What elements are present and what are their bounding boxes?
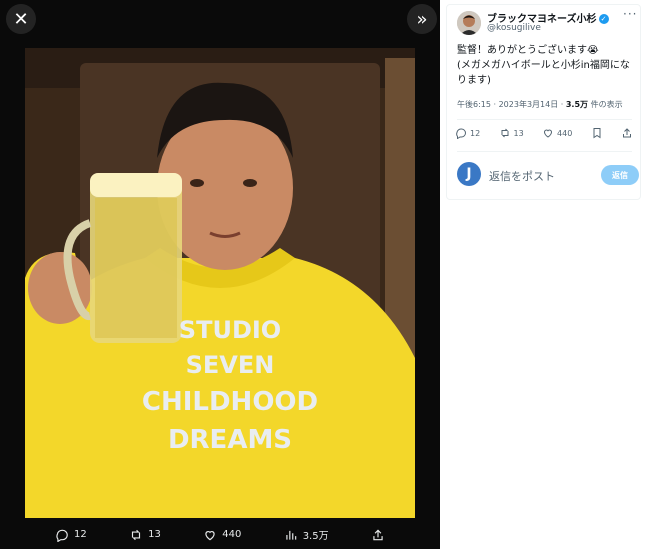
- post-text-line-2: (メガメガハイボールと小杉in福岡になります): [457, 60, 630, 86]
- retweet-icon: [132, 529, 141, 540]
- media-share-button[interactable]: [371, 528, 385, 542]
- reply-input[interactable]: 返信をポスト: [489, 168, 555, 184]
- post-action-bar: 12 13 440: [455, 127, 633, 139]
- photo-illustration: STUDIO SEVEN CHILDHOOD DREAMS: [25, 48, 415, 518]
- divider: [457, 119, 632, 120]
- retweet-count: 13: [513, 128, 524, 138]
- bookmark-button[interactable]: [591, 127, 603, 139]
- hoodie-text-3: CHILDHOOD: [142, 387, 318, 417]
- post-card: ブラックマヨネーズ小杉 ✓ @kosugilive ··· 監督！ありがとうござい…: [446, 4, 641, 200]
- more-options-icon[interactable]: ···: [623, 7, 637, 21]
- retweet-button[interactable]: 13: [499, 127, 524, 139]
- avatar-image: [457, 11, 481, 35]
- reply-count: 12: [470, 128, 481, 138]
- retweet-icon: [501, 128, 509, 138]
- post-text-line-1: 監督！ありがとうございます😭: [457, 45, 599, 56]
- author-avatar[interactable]: [457, 11, 481, 35]
- media-views-button[interactable]: 3.5万: [284, 527, 329, 542]
- post-meta: 午後6:15 · 2023年3月14日 · 3.5万 件の表示: [457, 99, 623, 110]
- reply-icon: [56, 529, 68, 542]
- media-action-bar: 12 13 440 3.5万: [0, 520, 440, 549]
- post-text: 監督！ありがとうございます😭 (メガメガハイボールと小杉in福岡になります): [457, 43, 637, 88]
- post-photo[interactable]: STUDIO SEVEN CHILDHOOD DREAMS: [25, 48, 415, 518]
- reply-button[interactable]: 12: [455, 127, 480, 139]
- like-count: 440: [557, 128, 573, 138]
- author-handle[interactable]: @kosugilive: [487, 23, 541, 33]
- heart-icon: [544, 129, 553, 138]
- divider: [457, 151, 632, 152]
- reply-submit-button[interactable]: 返信: [601, 165, 639, 185]
- share-button[interactable]: [621, 127, 633, 139]
- like-button[interactable]: 440: [542, 127, 572, 139]
- hoodie-text-1: STUDIO: [179, 316, 281, 344]
- heart-icon: [205, 530, 215, 540]
- share-icon: [373, 529, 383, 540]
- post-view-count: 3.5万: [565, 100, 589, 109]
- close-button[interactable]: ✕: [6, 4, 36, 34]
- post-detail-panel: ブラックマヨネーズ小杉 ✓ @kosugilive ··· 監督！ありがとうござい…: [440, 0, 645, 549]
- hoodie-text-2: SEVEN: [186, 351, 275, 379]
- verified-badge-icon: ✓: [598, 14, 609, 24]
- bookmark-icon: [593, 128, 601, 139]
- share-icon: [622, 128, 631, 138]
- close-icon: ✕: [13, 8, 29, 30]
- media-like-button[interactable]: 440: [203, 528, 241, 542]
- media-like-count: 440: [222, 529, 242, 540]
- media-reply-button[interactable]: 12: [55, 528, 87, 542]
- hoodie-text-4: DREAMS: [168, 425, 292, 455]
- media-reply-count: 12: [74, 529, 87, 540]
- media-retweet-count: 13: [148, 529, 161, 540]
- expand-panel-button[interactable]: »: [407, 4, 437, 34]
- current-user-avatar: J: [457, 162, 481, 186]
- media-viewer: STUDIO SEVEN CHILDHOOD DREAMS ✕ » 12 13 …: [0, 0, 440, 549]
- post-view-label: 件の表示: [588, 100, 623, 109]
- reply-icon: [456, 128, 466, 139]
- media-view-count: 3.5万: [302, 531, 329, 542]
- media-retweet-button[interactable]: 13: [129, 528, 161, 542]
- post-timestamp[interactable]: 午後6:15 · 2023年3月14日 ·: [457, 100, 566, 109]
- bar-chart-icon: [286, 530, 296, 540]
- chevron-right-icon: »: [416, 8, 428, 30]
